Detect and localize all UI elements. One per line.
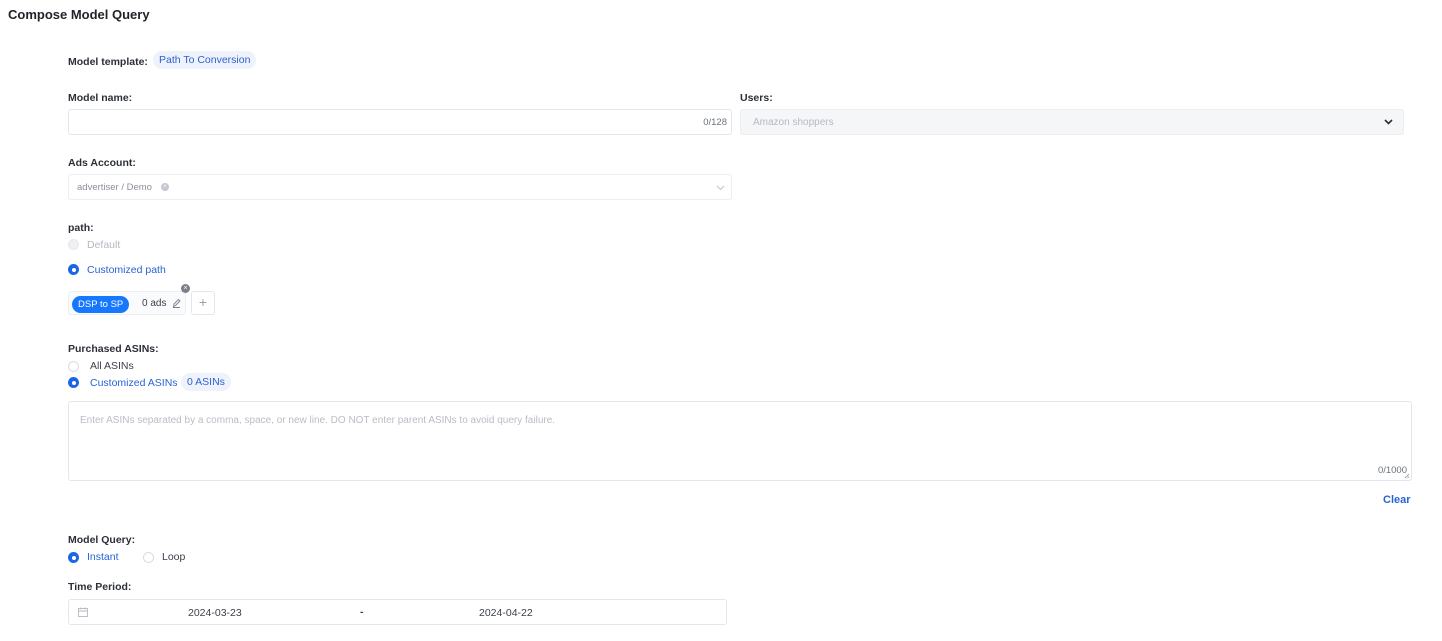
add-path-button[interactable]: +	[191, 291, 215, 315]
users-select-value: Amazon shoppers	[753, 117, 834, 128]
model-template-label: Model template:	[68, 56, 148, 68]
date-range-picker[interactable]: 2024-03-23 - 2024-04-22	[68, 599, 727, 625]
edit-icon[interactable]	[172, 298, 181, 308]
path-default-label: Default	[87, 239, 121, 251]
users-label: Users:	[740, 92, 773, 104]
chevron-down-icon	[1384, 119, 1393, 125]
path-customized-radio[interactable]	[68, 264, 79, 275]
instant-radio[interactable]	[68, 552, 79, 563]
path-customized-label: Customized path	[87, 264, 166, 276]
ads-account-value: advertiser / Demo	[77, 182, 152, 193]
clear-button[interactable]: Clear	[1383, 494, 1411, 506]
page-title: Compose Model Query	[8, 7, 150, 22]
users-select[interactable]: Amazon shoppers	[740, 109, 1404, 135]
asins-textarea-placeholder: Enter ASINs separated by a comma, space,…	[80, 415, 556, 426]
start-date[interactable]: 2024-03-23	[188, 607, 242, 619]
model-query-label: Model Query:	[68, 534, 136, 546]
calendar-icon	[78, 607, 88, 617]
loop-label: Loop	[162, 551, 186, 563]
model-name-counter: 0/128	[703, 117, 727, 128]
ads-account-select[interactable]: advertiser / Demo ×	[68, 174, 732, 200]
asins-count-badge: 0 ASINs	[181, 373, 231, 391]
end-date[interactable]: 2024-04-22	[479, 607, 533, 619]
resize-handle-icon[interactable]	[1404, 473, 1410, 479]
instant-label: Instant	[87, 551, 119, 563]
model-name-input[interactable]: 0/128	[68, 109, 732, 135]
asins-counter: 0/1000	[1377, 465, 1407, 476]
all-asins-radio[interactable]	[68, 361, 79, 372]
path-chip-ads-count: 0 ads	[142, 298, 167, 309]
time-period-label: Time Period:	[68, 581, 132, 593]
clear-icon[interactable]: ×	[161, 183, 169, 191]
model-name-label: Model name:	[68, 92, 133, 104]
model-template-value: Path To Conversion	[153, 51, 257, 69]
ads-account-label: Ads Account:	[68, 157, 136, 169]
path-chip-tag: DSP to SP	[72, 296, 130, 313]
chevron-down-icon	[716, 185, 725, 191]
path-default-radio[interactable]	[68, 239, 79, 250]
asins-textarea[interactable]: Enter ASINs separated by a comma, space,…	[68, 401, 1412, 481]
customized-asins-label: Customized ASINs	[90, 377, 178, 389]
date-separator: -	[360, 606, 364, 618]
customized-asins-radio[interactable]	[68, 377, 79, 388]
loop-radio[interactable]	[143, 552, 154, 563]
all-asins-label: All ASINs	[90, 360, 134, 372]
remove-path-icon[interactable]: ×	[181, 284, 190, 293]
path-chip[interactable]: DSP to SP 0 ads	[68, 291, 186, 315]
path-label: path:	[68, 222, 94, 234]
purchased-asins-label: Purchased ASINs:	[68, 343, 159, 355]
